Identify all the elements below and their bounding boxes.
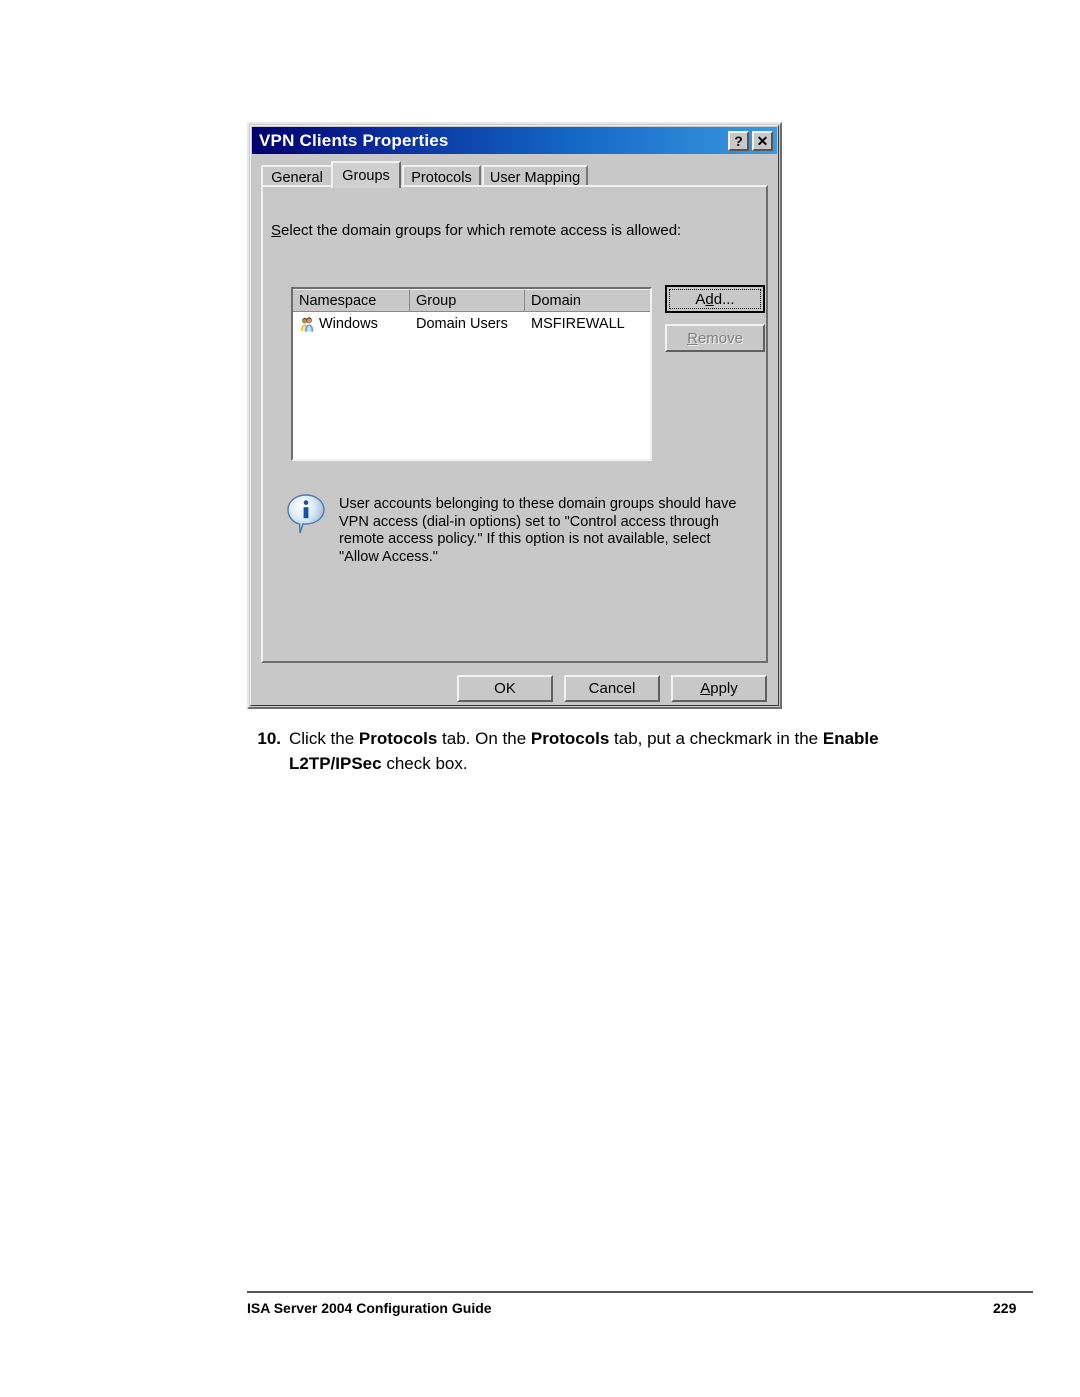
dialog-title: VPN Clients Properties	[259, 130, 449, 150]
tab-groups[interactable]: Groups	[331, 161, 401, 188]
add-button-focus-ring: Ad d...	[669, 289, 761, 309]
listview-header: Namespace Group Domain	[293, 289, 650, 312]
select-groups-label: Select the domain groups for which remot…	[271, 222, 681, 239]
add-button-label-post: d...	[713, 290, 735, 308]
remove-button: Remove	[665, 324, 765, 352]
select-groups-rest: elect the domain groups for which remote…	[281, 222, 682, 239]
step-bold-1: Protocols	[358, 729, 438, 748]
cell-namespace: Windows	[293, 316, 410, 332]
document-page: VPN Clients Properties ? ✕ General Group…	[0, 0, 1080, 1397]
cell-domain: MSFIREWALL	[531, 316, 625, 332]
add-button-accel: d	[705, 290, 714, 308]
info-icon	[287, 494, 325, 534]
add-button[interactable]: Ad d...	[665, 285, 765, 313]
users-icon	[300, 317, 314, 332]
apply-button[interactable]: Apply	[671, 675, 767, 702]
apply-button-label-rest: pply	[710, 680, 738, 697]
step-text-3: tab, put a checkmark in the	[609, 729, 823, 748]
remove-button-label-post: emove	[697, 329, 743, 347]
apply-button-accel: A	[700, 680, 711, 697]
remove-button-accel: R	[687, 329, 698, 347]
help-icon[interactable]: ?	[728, 130, 749, 151]
select-groups-accel: S	[271, 222, 282, 239]
domain-groups-listview[interactable]: Namespace Group Domain Windows Domain Us…	[291, 287, 652, 461]
step-bold-2: Protocols	[530, 729, 610, 748]
footer-page-number: 229	[993, 1300, 1017, 1316]
column-header-domain[interactable]: Domain	[525, 289, 650, 311]
dialog-titlebar[interactable]: VPN Clients Properties ? ✕	[252, 127, 777, 154]
step-text-1: Click the	[289, 729, 359, 748]
column-header-group[interactable]: Group	[410, 289, 525, 311]
instruction-step: 10. Click the Protocols tab. On the Prot…	[247, 726, 907, 776]
info-message-text: User accounts belonging to these domain …	[339, 496, 737, 565]
step-number: 10.	[257, 729, 281, 748]
ok-button[interactable]: OK	[457, 675, 553, 702]
column-header-namespace[interactable]: Namespace	[293, 289, 410, 311]
titlebar-button-group: ? ✕	[728, 130, 775, 151]
step-text-4: check box.	[381, 754, 468, 773]
step-text: Click the Protocols tab. On the Protocol…	[289, 726, 907, 776]
cell-group: Domain Users	[416, 316, 508, 332]
table-row[interactable]: Windows Domain Users MSFIREWALL	[293, 312, 650, 336]
footer-title: ISA Server 2004 Configuration Guide	[247, 1300, 492, 1316]
footer-divider	[247, 1291, 1033, 1293]
close-icon[interactable]: ✕	[752, 130, 773, 151]
remove-button-label: Remove	[687, 330, 743, 347]
add-button-label-pre: A	[695, 290, 706, 308]
cancel-button[interactable]: Cancel	[564, 675, 660, 702]
vpn-clients-properties-dialog: VPN Clients Properties ? ✕ General Group…	[247, 122, 782, 709]
cell-namespace-label: Windows	[319, 316, 378, 332]
step-text-2: tab. On the	[437, 729, 531, 748]
